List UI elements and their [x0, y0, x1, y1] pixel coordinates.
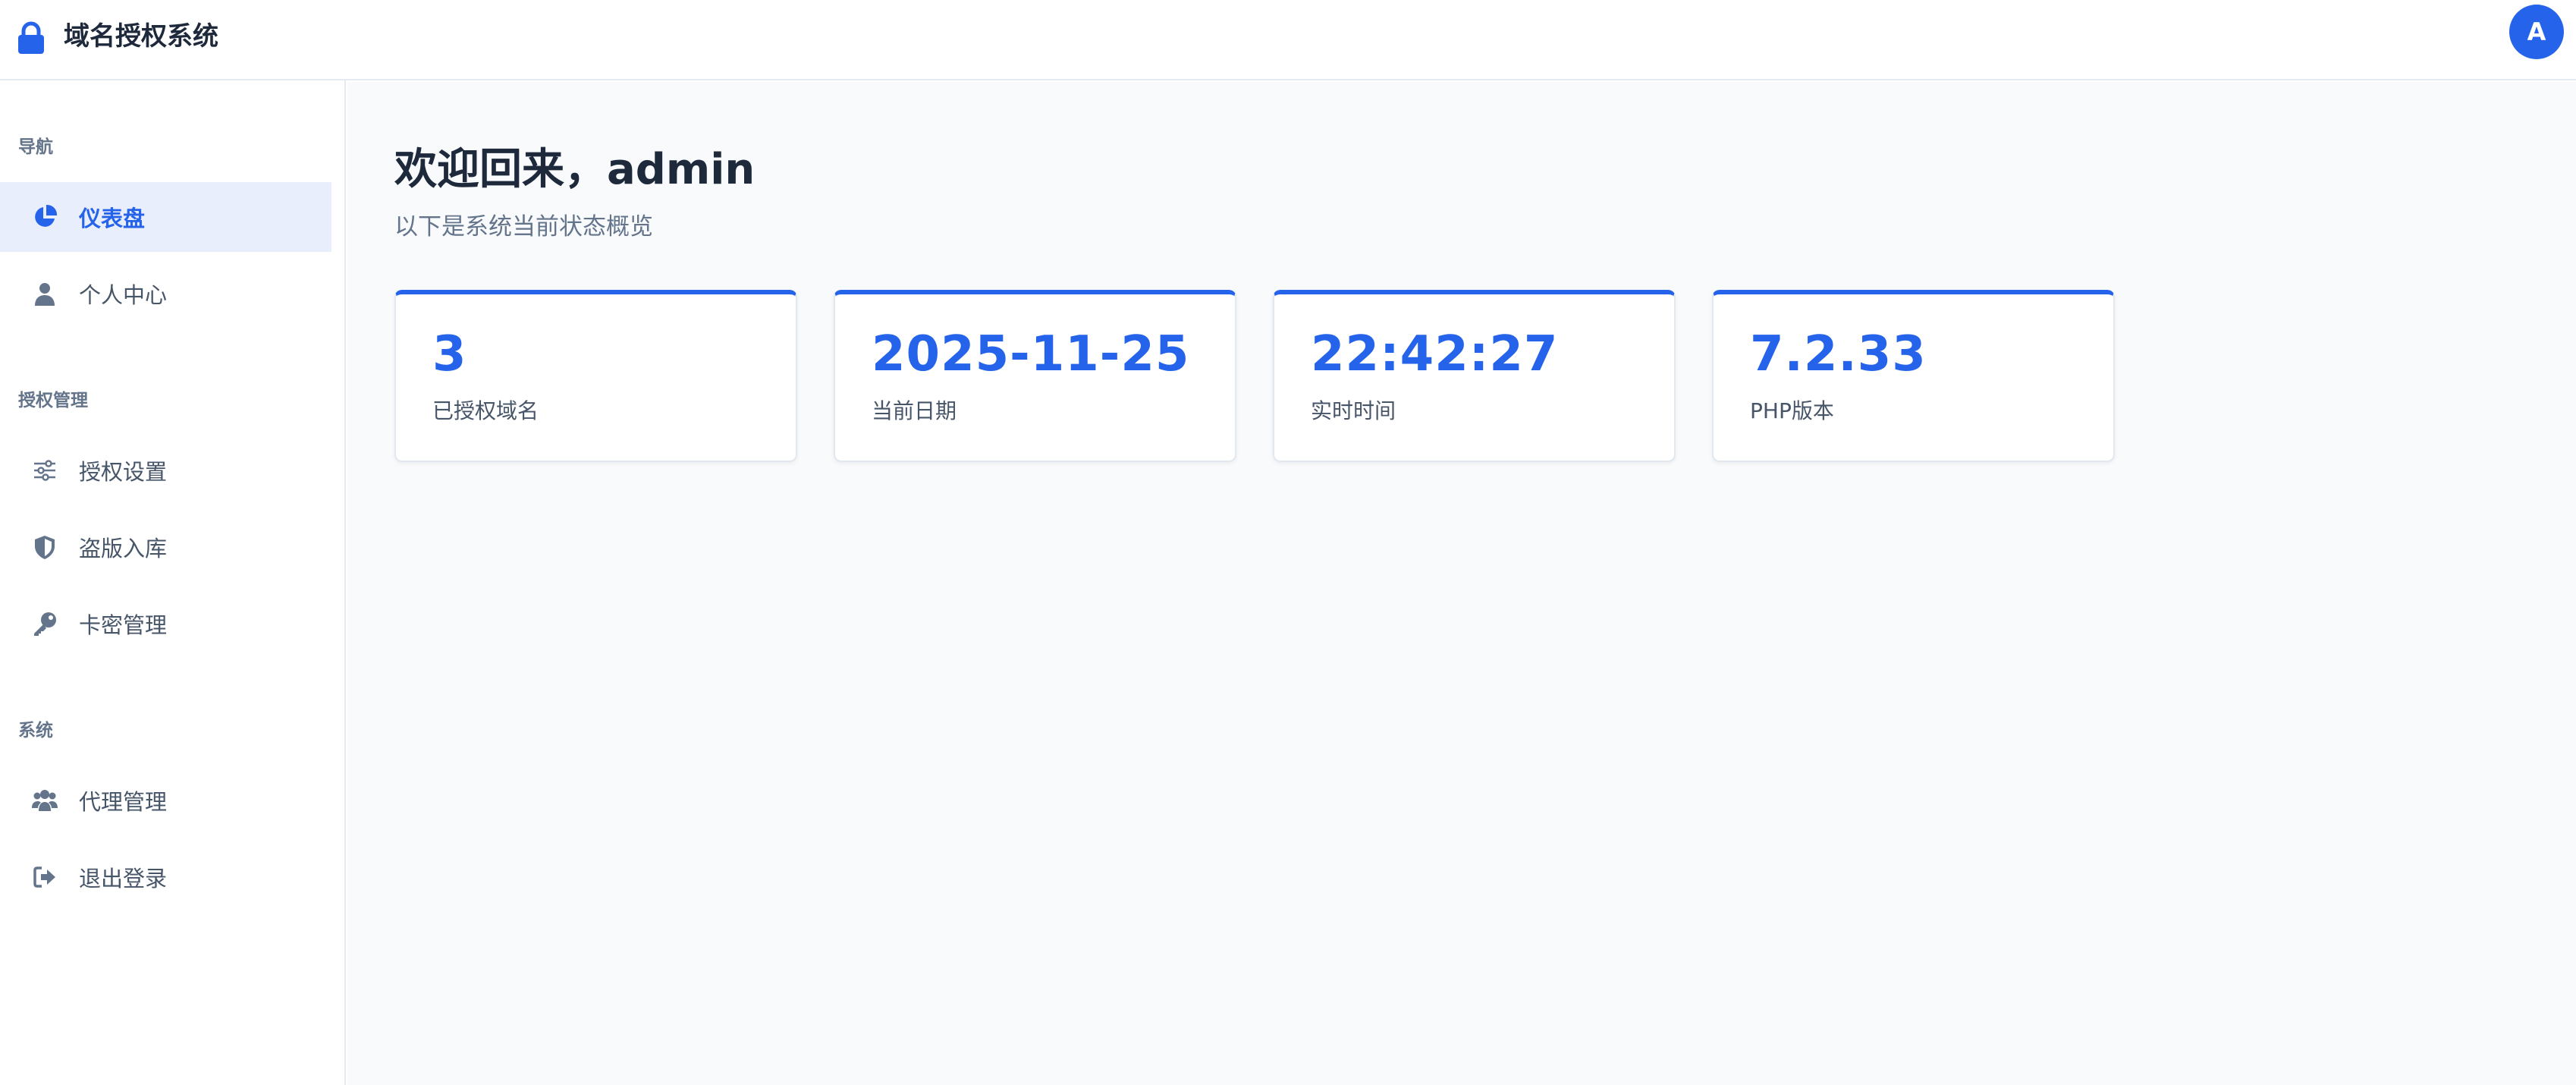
sidebar-item-agents[interactable]: 代理管理	[0, 766, 331, 835]
sidebar-item-label: 个人中心	[79, 282, 168, 308]
sidebar-item-label: 退出登录	[79, 866, 168, 892]
page-subtitle: 以下是系统当前状态概览	[394, 213, 653, 241]
sidebar-item-piracy-db[interactable]: 盗版入库	[0, 512, 331, 582]
stat-card-domains: 3 已授权域名	[394, 290, 797, 462]
shield-icon	[32, 534, 58, 560]
stat-card-date: 2025-11-25 当前日期	[834, 290, 1236, 462]
section-title-system: 系统	[18, 721, 53, 741]
sliders-icon	[32, 458, 58, 483]
avatar[interactable]: A	[2509, 5, 2564, 59]
page-title: 欢迎回来，admin	[394, 145, 756, 194]
logout-icon	[32, 864, 58, 890]
sidebar: 导航 仪表盘 个人中心 授权管理 授权设置 盗版入库 卡密管理 系统 代理管理 …	[0, 80, 346, 1085]
key-icon	[32, 611, 58, 637]
sidebar-item-label: 代理管理	[79, 789, 168, 815]
stat-label: 已授权域名	[432, 398, 539, 423]
users-icon	[32, 788, 58, 813]
pie-chart-icon	[32, 204, 58, 230]
stat-value: 7.2.33	[1750, 326, 1927, 382]
user-icon	[32, 281, 58, 307]
stat-value: 2025-11-25	[872, 326, 1190, 382]
top-header: 域名授权系统 A	[0, 0, 2576, 80]
stat-card-time: 22:42:27 实时时间	[1273, 290, 1676, 462]
stat-value: 22:42:27	[1311, 326, 1559, 382]
stat-card-php: 7.2.33 PHP版本	[1712, 290, 2115, 462]
stat-label: 当前日期	[872, 398, 957, 423]
stat-label: PHP版本	[1750, 398, 1834, 423]
lock-icon	[18, 21, 44, 54]
app-title: 域名授权系统	[64, 20, 218, 52]
sidebar-item-label: 卡密管理	[79, 612, 168, 638]
section-title-license: 授权管理	[18, 391, 88, 410]
stat-value: 3	[432, 326, 467, 382]
stat-label: 实时时间	[1311, 398, 1396, 423]
brand[interactable]: 域名授权系统	[17, 21, 218, 55]
sidebar-item-logout[interactable]: 退出登录	[0, 842, 331, 912]
sidebar-item-license-settings[interactable]: 授权设置	[0, 436, 331, 505]
sidebar-item-label: 盗版入库	[79, 536, 168, 561]
sidebar-item-card-keys[interactable]: 卡密管理	[0, 589, 331, 659]
sidebar-item-label: 授权设置	[79, 459, 168, 485]
sidebar-item-profile[interactable]: 个人中心	[0, 259, 331, 329]
sidebar-item-label: 仪表盘	[79, 206, 146, 231]
sidebar-item-dashboard[interactable]: 仪表盘	[0, 182, 331, 252]
section-title-nav: 导航	[18, 137, 53, 157]
main-content: 欢迎回来，admin 以下是系统当前状态概览 3 已授权域名 2025-11-2…	[347, 82, 2576, 1085]
